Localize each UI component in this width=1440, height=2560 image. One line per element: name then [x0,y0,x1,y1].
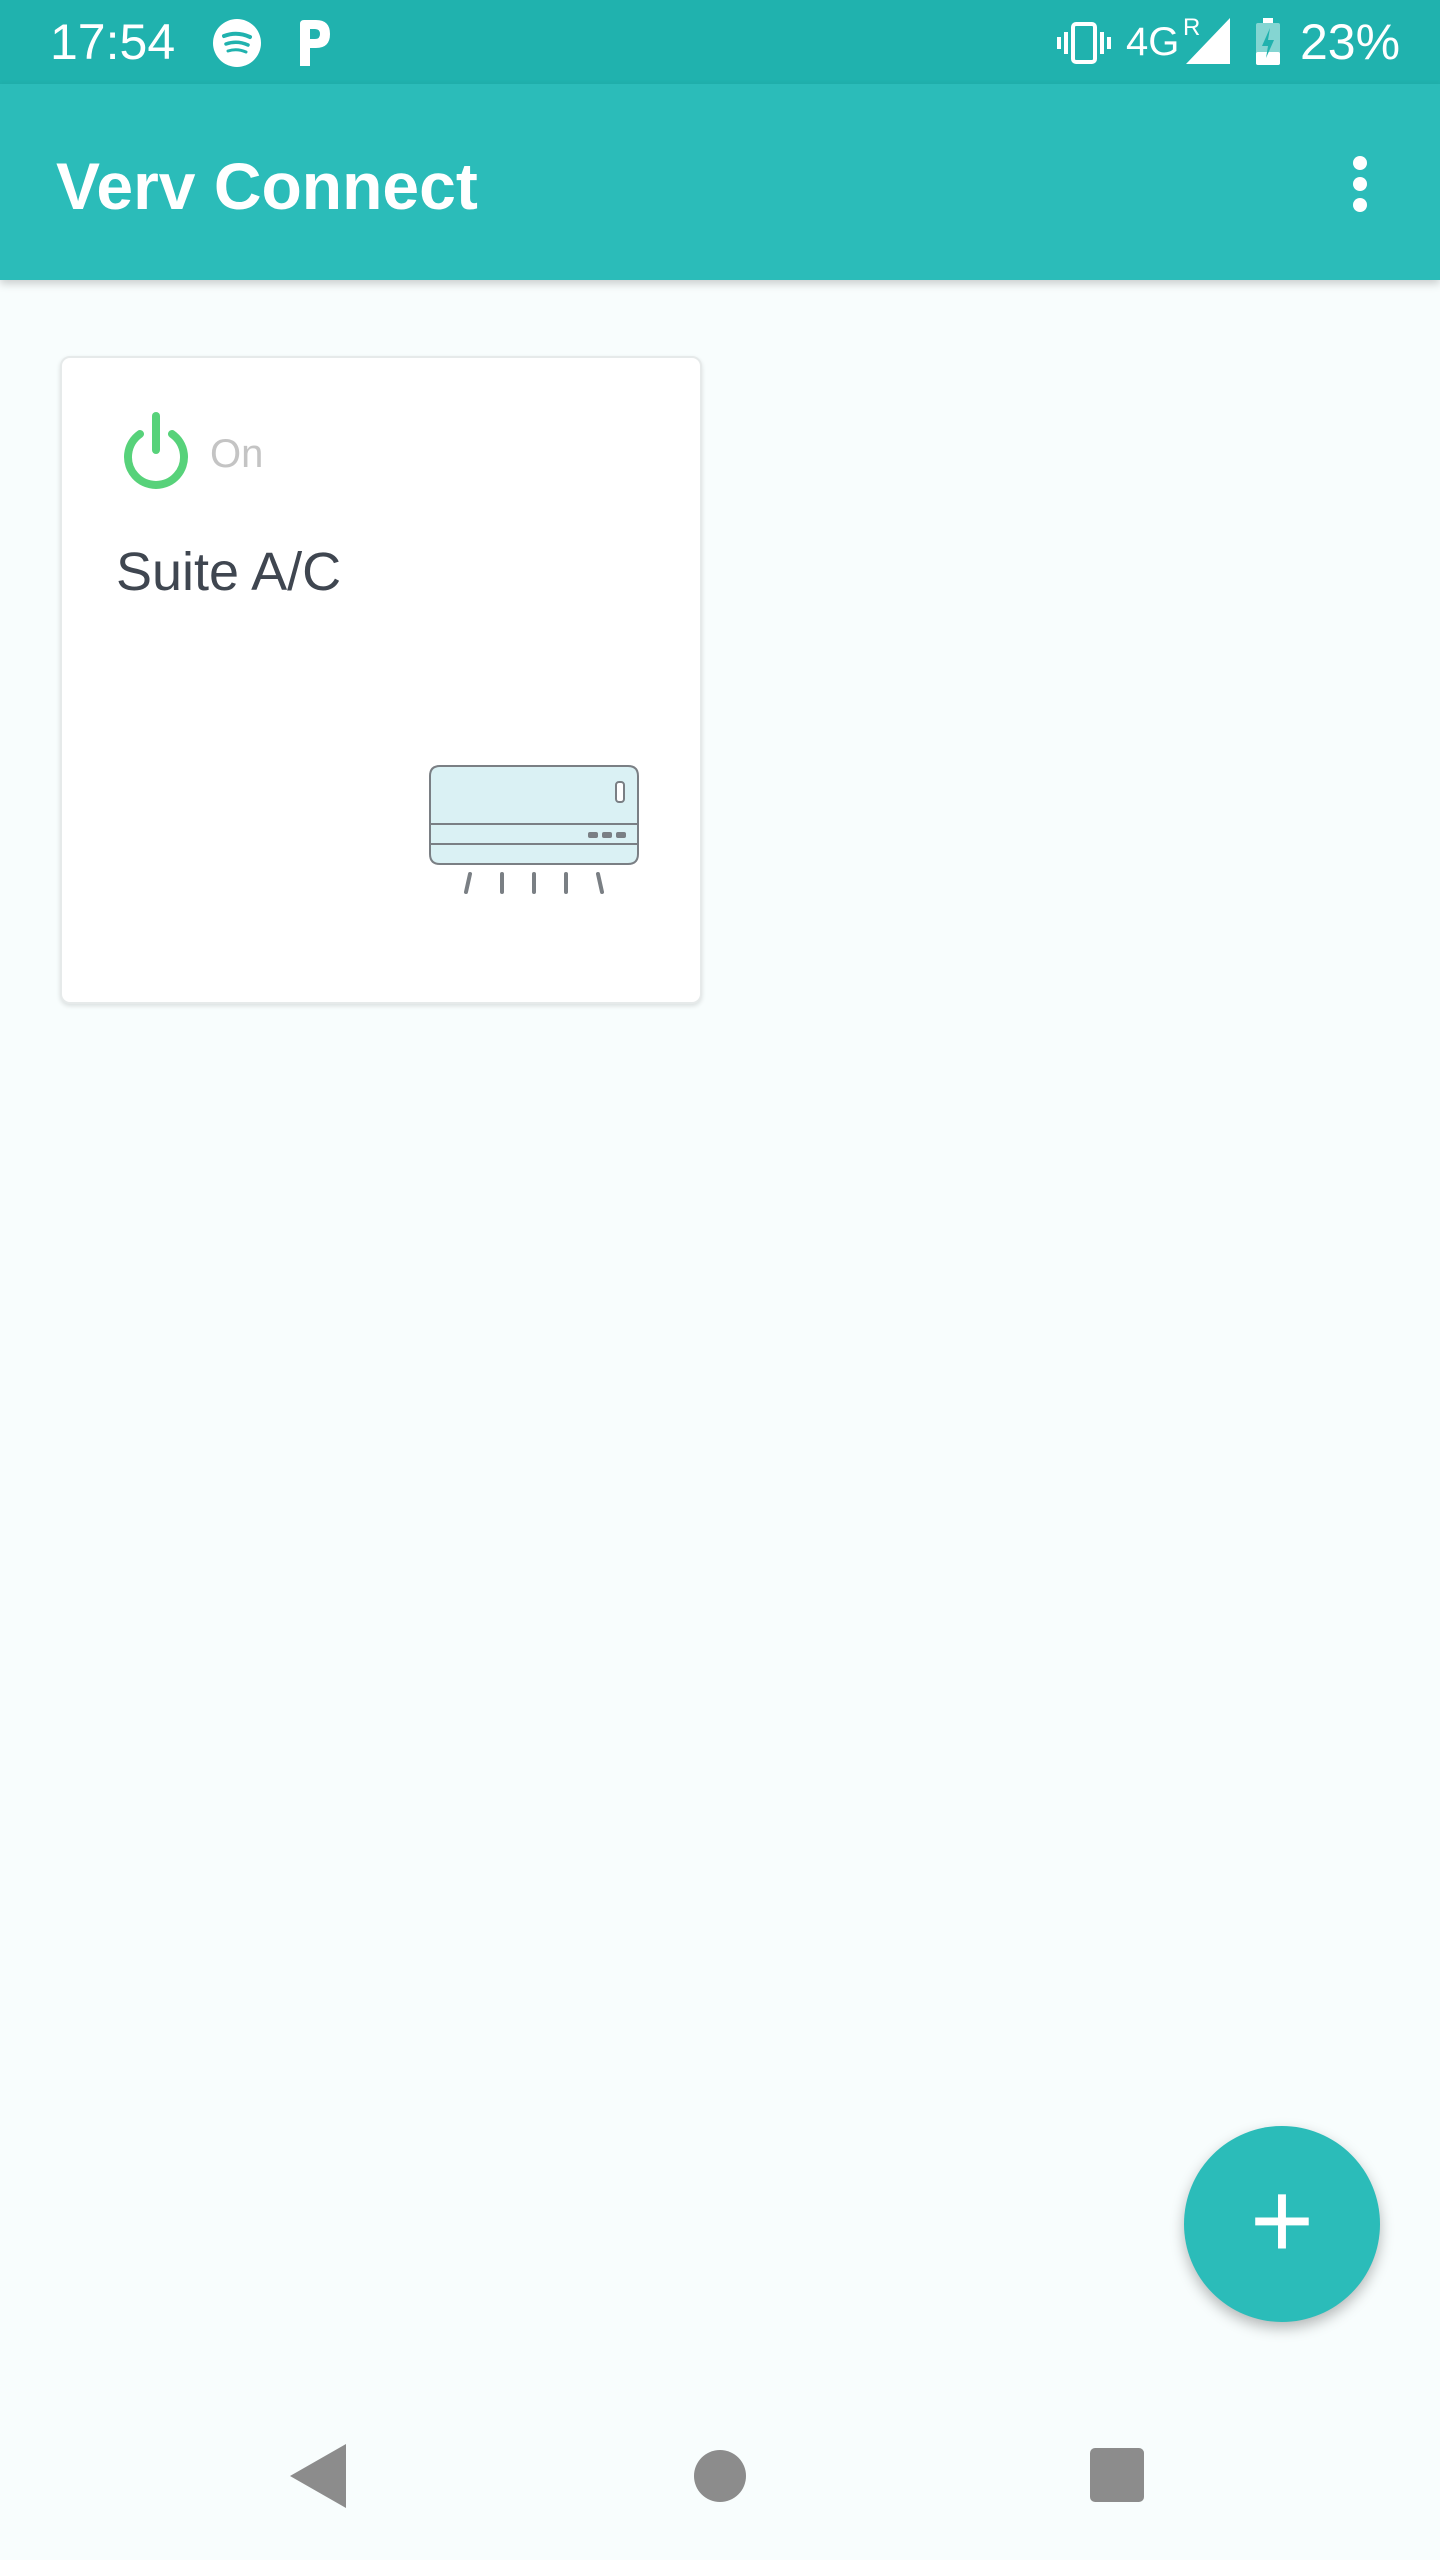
back-icon[interactable] [290,2444,346,2508]
app-title: Verv Connect [56,149,478,223]
app-bar: Verv Connect [0,84,1440,280]
vibrate-icon [1057,22,1111,64]
air-conditioner-icon [429,765,639,894]
add-device-button[interactable]: + [1184,2126,1380,2322]
status-time: 17:54 [50,14,176,70]
more-vert-dot [1353,177,1367,191]
more-vert-dot [1353,198,1367,212]
device-name: Suite A/C [116,542,342,602]
battery-percentage: 23% [1300,14,1401,70]
recents-icon[interactable] [1090,2448,1144,2502]
navigation-bar [0,2420,1440,2560]
power-icon[interactable] [116,410,196,494]
add-icon: + [1249,2159,1315,2282]
signal-icon [1186,18,1230,64]
p-app-icon [300,20,330,66]
device-state: On [210,432,264,476]
more-options-button[interactable] [1330,144,1390,224]
network-type: 4G [1126,20,1180,64]
more-vert-icon [1353,156,1367,170]
status-bar: 17:54 4G R 23% [0,0,1440,84]
home-icon[interactable] [694,2450,746,2502]
spotify-icon [213,19,261,67]
battery-charging-icon [1256,18,1280,65]
device-card[interactable]: On Suite A/C [60,356,702,1004]
